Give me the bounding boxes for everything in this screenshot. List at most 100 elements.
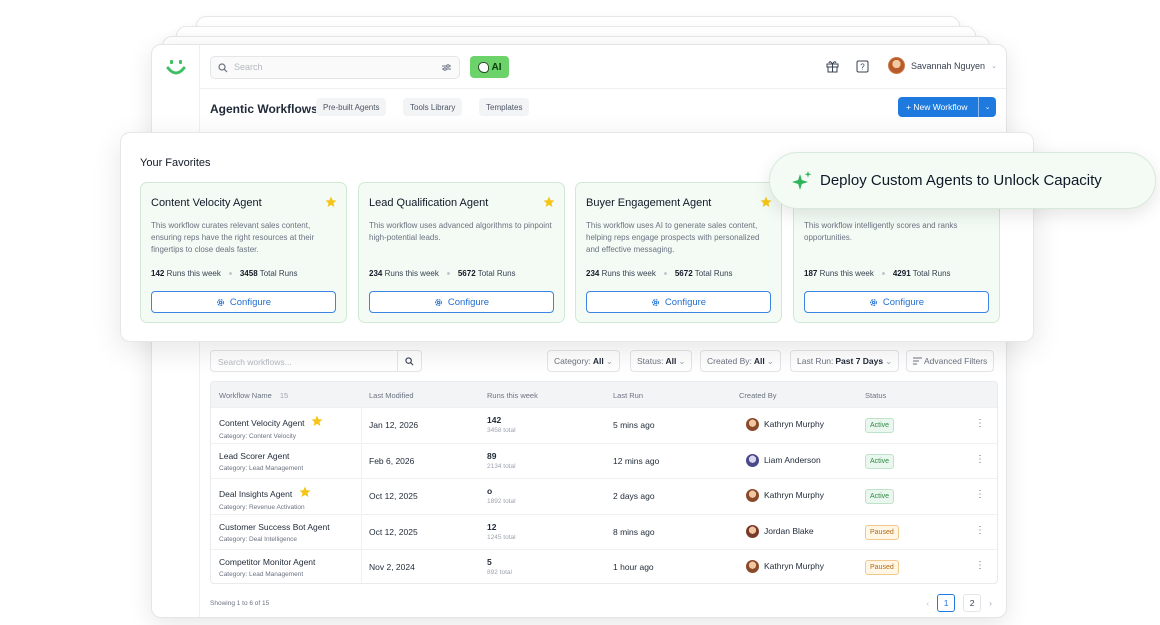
configure-button[interactable]: Configure: [151, 291, 336, 313]
star-icon[interactable]: [299, 486, 311, 498]
separator-dot: [228, 272, 232, 276]
column-runs-this-week[interactable]: Runs this week: [487, 391, 538, 400]
runs-this-week-value: 234: [586, 269, 600, 278]
configure-label: Configure: [229, 296, 272, 308]
category-filter-label: Category:: [554, 356, 591, 366]
ai-mascot-icon: [477, 61, 489, 73]
page-1-button[interactable]: 1: [937, 594, 956, 612]
runs-this-week-value: 187: [804, 269, 818, 278]
chevron-down-icon: ⌄: [991, 62, 997, 70]
runs-this-week-value: 234: [369, 269, 383, 278]
column-workflow-name[interactable]: Workflow Name 15: [219, 391, 288, 400]
runs-this-week-value: 142: [151, 269, 165, 278]
table-row[interactable]: Lead Scorer Agent Category: Lead Manageme…: [211, 442, 997, 478]
star-icon[interactable]: [311, 415, 323, 427]
more-options-icon[interactable]: ⋮: [975, 418, 985, 429]
more-options-icon[interactable]: ⋮: [975, 489, 985, 500]
total-runs-label: Total Runs: [477, 269, 516, 278]
more-options-icon[interactable]: ⋮: [975, 454, 985, 465]
workflow-category: Category: Content Velocity: [219, 433, 296, 440]
configure-button[interactable]: Configure: [804, 291, 989, 313]
column-status[interactable]: Status: [865, 391, 886, 400]
more-options-icon[interactable]: ⋮: [975, 525, 985, 536]
favorite-card-description: This workflow uses advanced algorithms t…: [369, 221, 552, 242]
page-2-button[interactable]: 2: [963, 594, 982, 612]
star-icon[interactable]: [325, 196, 337, 208]
category-filter[interactable]: Category: All ⌄: [547, 350, 620, 372]
pagination-summary: Showing 1 to 6 of 15: [210, 600, 270, 607]
gear-icon: [216, 298, 224, 306]
configure-button[interactable]: Configure: [586, 291, 771, 313]
workflow-name[interactable]: Deal Insights Agent: [219, 489, 292, 499]
advanced-filters-button[interactable]: Advanced Filters: [906, 350, 995, 372]
runs-this-week: o: [487, 486, 493, 496]
tab-templates[interactable]: Templates: [479, 98, 530, 116]
top-bar: Search AI ? Savannah Nguyen ⌄: [200, 45, 1006, 89]
smile-logo-icon[interactable]: [165, 57, 187, 79]
search-icon: [405, 356, 414, 365]
global-search-input[interactable]: Search: [210, 56, 460, 79]
table-row[interactable]: Competitor Monitor Agent Category: Lead M…: [211, 549, 997, 583]
table-row[interactable]: Content Velocity Agent Category: Content…: [211, 407, 997, 442]
status-filter[interactable]: Status: All ⌄: [630, 350, 693, 372]
column-created-by[interactable]: Created By: [739, 391, 777, 400]
favorite-card[interactable]: Content Velocity Agent This workflow cura…: [140, 182, 347, 323]
workflow-name[interactable]: Customer Success Bot Agent: [219, 522, 330, 532]
help-icon[interactable]: ?: [856, 60, 869, 73]
last-modified: Jan 12, 2026: [369, 420, 419, 430]
category-filter-value: All: [592, 356, 604, 366]
callout-text: Deploy Custom Agents to Unlock Capacity: [820, 172, 1102, 189]
configure-button[interactable]: Configure: [369, 291, 554, 313]
favorite-card[interactable]: Buyer Engagement Agent This workflow uses…: [575, 182, 782, 323]
new-workflow-button[interactable]: + New Workflow ⌄: [898, 97, 996, 117]
last-modified: Oct 12, 2025: [369, 526, 418, 537]
runs-total: 3458 total: [487, 427, 516, 434]
chevron-left-icon[interactable]: ‹: [926, 598, 929, 608]
favorite-card-title: Lead Qualification Agent: [369, 197, 489, 209]
user-menu[interactable]: Savannah Nguyen ⌄: [888, 57, 997, 74]
chevron-right-icon[interactable]: ›: [989, 598, 992, 608]
favorite-card-stats: 234 Runs this week 5672 Total Runs: [369, 269, 516, 278]
table-row[interactable]: Customer Success Bot Agent Category: Deal…: [211, 513, 997, 549]
star-icon[interactable]: [760, 196, 772, 208]
last-run: 8 mins ago: [613, 526, 655, 537]
gift-icon[interactable]: [826, 60, 839, 73]
status-badge: Active: [865, 453, 895, 469]
star-icon[interactable]: [543, 196, 555, 208]
workflow-name[interactable]: Content Velocity Agent: [219, 418, 305, 428]
tab-tools-library[interactable]: Tools Library: [403, 98, 463, 116]
chevron-down-icon[interactable]: ⌄: [978, 97, 996, 117]
column-divider: [361, 514, 362, 549]
last-run: 1 hour ago: [613, 562, 654, 572]
favorite-card[interactable]: Lead Qualification Agent This workflow us…: [358, 182, 565, 323]
chevron-down-icon: ⌄: [766, 355, 774, 366]
favorite-card-stats: 187 Runs this week 4291 Total Runs: [804, 269, 951, 278]
more-options-icon[interactable]: ⋮: [975, 560, 985, 571]
runs-this-week-label: Runs this week: [384, 269, 439, 278]
workflow-search-input[interactable]: Search workflows...: [210, 350, 422, 372]
created-by-filter-label: Created By:: [707, 356, 752, 366]
sliders-icon[interactable]: [442, 63, 451, 72]
workflow-name[interactable]: Lead Scorer Agent: [219, 451, 289, 461]
column-last-run[interactable]: Last Run: [613, 391, 643, 400]
ai-button-label: AI: [491, 61, 502, 73]
deploy-callout[interactable]: Deploy Custom Agents to Unlock Capacity: [769, 152, 1156, 209]
ai-button[interactable]: AI: [470, 56, 509, 78]
workflow-name[interactable]: Competitor Monitor Agent: [219, 557, 315, 567]
tab-pre-built-agents[interactable]: Pre-built Agents: [316, 98, 387, 116]
gear-icon: [434, 298, 442, 306]
last-run-filter[interactable]: Last Run: Past 7 Days ⌄: [790, 350, 900, 372]
created-by-filter[interactable]: Created By: All ⌄: [700, 350, 781, 372]
status-filter-label: Status:: [637, 356, 664, 366]
separator-dot: [881, 272, 885, 276]
status-filter-value: All: [665, 356, 677, 366]
favorite-card-description: This workflow curates relevant sales con…: [151, 221, 315, 254]
runs-this-week: 89: [487, 450, 497, 461]
favorite-card-title: Content Velocity Agent: [151, 197, 262, 209]
new-workflow-label: + New Workflow: [906, 102, 968, 112]
table-header: Workflow Name 15 Last Modified Runs this…: [211, 382, 997, 407]
column-last-modified[interactable]: Last Modified: [369, 391, 414, 400]
last-run-filter-label: Last Run:: [797, 356, 834, 366]
search-button[interactable]: [397, 351, 421, 371]
table-row[interactable]: Deal Insights Agent Category: Revenue Ac…: [211, 478, 997, 513]
